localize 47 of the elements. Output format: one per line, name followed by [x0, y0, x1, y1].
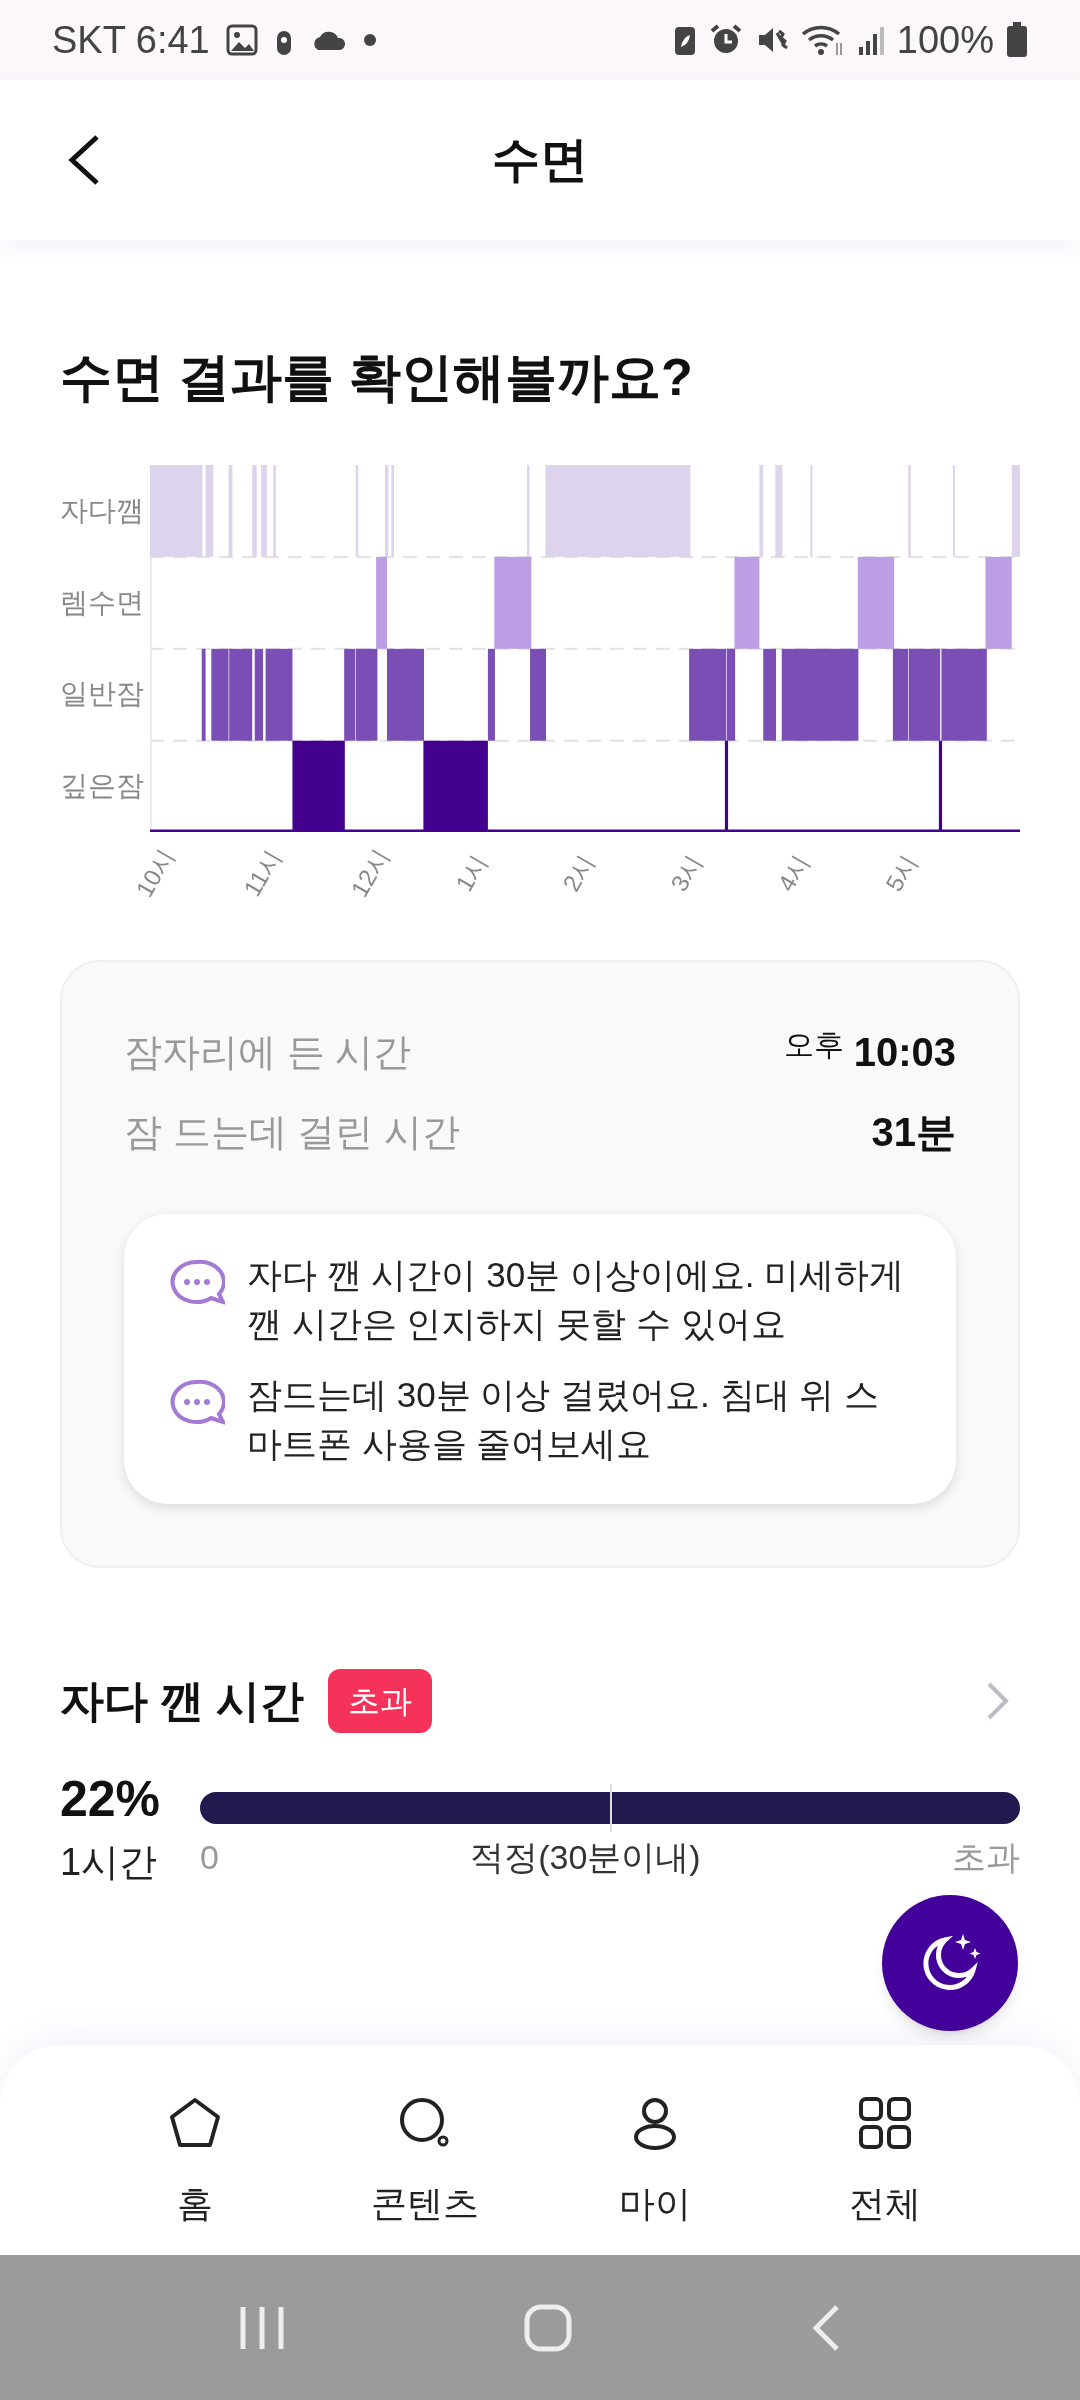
battery-icon [1006, 22, 1028, 58]
duration-text: 1시간 [60, 1840, 159, 1885]
nav-tab[interactable]: 마이 [575, 2095, 735, 2235]
scale-mid-label: 적정(30분이내) [470, 1837, 701, 1878]
page-title: 수면 [492, 132, 588, 188]
summary-label: 잠자리에 든 시간 [124, 1029, 412, 1075]
grid-icon [857, 2095, 913, 2151]
back-icon [67, 134, 101, 186]
time-label: 1시 [448, 848, 493, 898]
summary-value: 10:03 [853, 1029, 956, 1076]
detail-button[interactable] [986, 1681, 1010, 1721]
battery-percent: 100% [896, 17, 994, 63]
stage-label: 자다깸 [60, 493, 144, 528]
back-icon [810, 2303, 841, 2352]
status-time: SKT 6:41 [52, 17, 210, 63]
recent-apps-button[interactable] [239, 2304, 286, 2351]
status-badge: 초과 [328, 1669, 433, 1733]
recent-apps-icon [239, 2304, 286, 2351]
stage-label: 일반잠 [60, 677, 144, 712]
image-icon [225, 24, 258, 56]
stage-label: 깊은잠 [60, 769, 144, 804]
section-heading: 수면 결과를 확인해볼까요? [60, 347, 694, 408]
midpoint-tick [610, 1784, 612, 1832]
percent-value: 22% [60, 1774, 162, 1824]
scale-max-label: 초과 [952, 1837, 1020, 1878]
section-title: 자다 깬 시간 [60, 1675, 305, 1727]
system-back-button[interactable] [810, 2303, 841, 2352]
tip-text: 자다 깬 시간이 30분 이상이에요. 미세하게 깬 시간은 인지하지 못할 수 있어요 [247, 1254, 906, 1345]
scale-min-label: 0 [200, 1837, 219, 1878]
wifi-icon [800, 23, 845, 57]
nav-tab[interactable]: 전체 [805, 2095, 965, 2235]
summary-value: 31분 [871, 1109, 956, 1156]
nav-tab[interactable]: 콘텐츠 [345, 2095, 505, 2235]
nav-tab[interactable]: 홈 [115, 2095, 275, 2235]
time-label: 2시 [556, 848, 601, 898]
stage-label: 렘수면 [60, 585, 144, 620]
dot-icon [363, 34, 376, 46]
time-label: 5시 [878, 848, 923, 898]
chat-bubble-icon [169, 1258, 225, 1308]
tip-text: 잠드는데 30분 이상 걸렸어요. 침대 위 스마트폰 사용을 줄여보세요 [247, 1374, 880, 1465]
chat-bubble-icon [169, 1378, 225, 1428]
time-label: 3시 [663, 848, 708, 898]
summary-label: 잠 드는데 걸린 시간 [124, 1109, 460, 1155]
time-prefix: 오후 [783, 1027, 844, 1063]
time-label: 4시 [771, 848, 816, 898]
chevron-right-icon [986, 1681, 1010, 1721]
home-button[interactable] [524, 2303, 572, 2352]
